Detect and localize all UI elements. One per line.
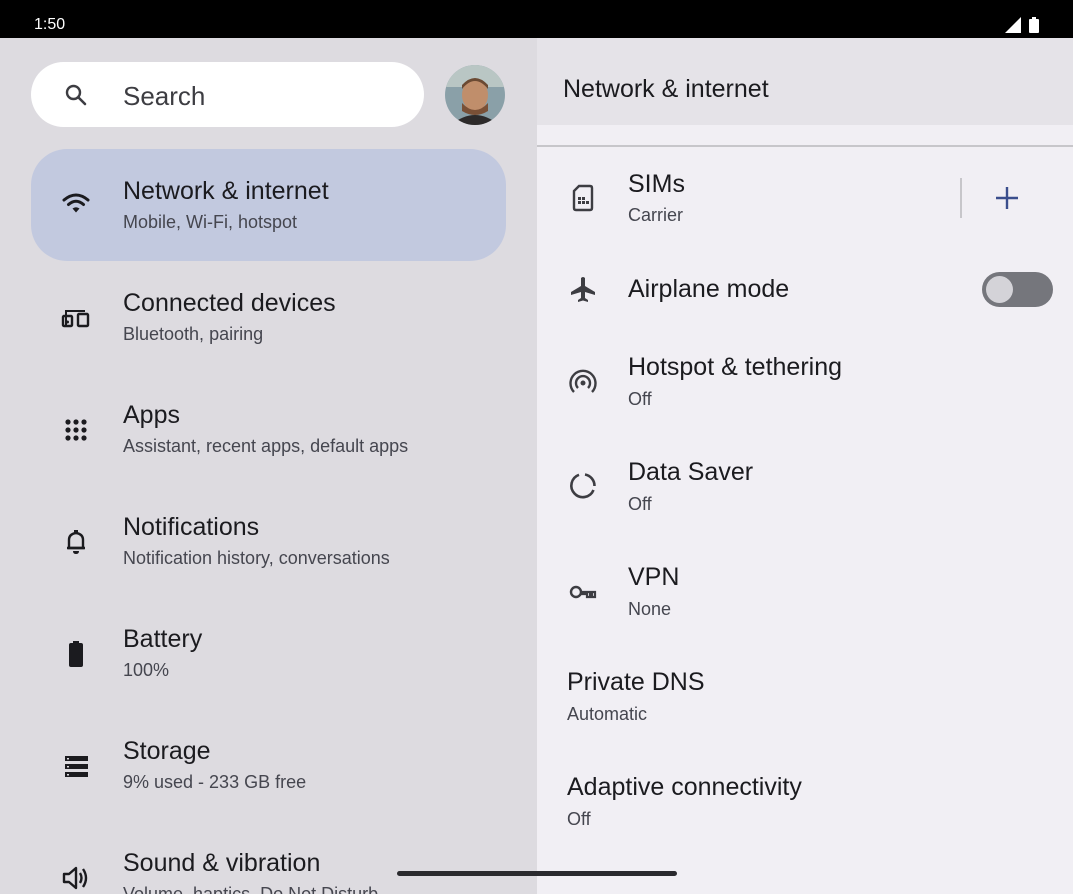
search-icon: [64, 83, 88, 107]
pref-hotspot-tethering[interactable]: Hotspot & tethering Off: [537, 338, 1073, 438]
nav-item-sound-vibration[interactable]: Sound & vibration Volume, haptics, Do No…: [31, 821, 506, 894]
nav-item-subtitle: Assistant, recent apps, default apps: [123, 436, 409, 456]
data-saver-icon: [568, 471, 598, 501]
pref-title: VPN: [628, 563, 680, 591]
airplane-icon: [568, 275, 598, 305]
pref-title: Data Saver: [628, 458, 754, 486]
pref-subtitle: Off: [628, 494, 652, 514]
hotspot-icon: [568, 367, 598, 397]
pref-title: Hotspot & tethering: [628, 353, 843, 381]
divider: [960, 178, 962, 218]
nav-item-subtitle: Bluetooth, pairing: [123, 324, 264, 344]
pref-title: Adaptive connectivity: [567, 773, 802, 801]
wifi-icon: [61, 189, 91, 219]
pref-private-dns[interactable]: Private DNS Automatic: [537, 653, 1073, 753]
plus-icon[interactable]: [992, 183, 1022, 213]
sim-card-icon: [568, 183, 598, 213]
nav-item-notifications[interactable]: Notifications Notification history, conv…: [31, 485, 506, 597]
pref-title: Airplane mode: [628, 275, 790, 303]
gesture-nav-handle[interactable]: [397, 871, 677, 876]
airplane-mode-toggle[interactable]: [982, 272, 1053, 307]
pref-title: Private DNS: [567, 668, 705, 696]
pref-vpn[interactable]: VPN None: [537, 548, 1073, 648]
nav-item-subtitle: Mobile, Wi‑Fi, hotspot: [123, 212, 298, 232]
nav-item-title: Sound & vibration: [123, 849, 321, 877]
vpn-key-icon: [568, 577, 598, 607]
panel-header: Network & internet: [537, 38, 1073, 125]
pref-adaptive-connectivity[interactable]: Adaptive connectivity Off: [537, 758, 1073, 858]
storage-icon: [61, 751, 91, 781]
pref-title: SIMs: [628, 170, 685, 198]
toggle-thumb: [986, 276, 1013, 303]
devices-icon: [61, 303, 91, 333]
speaker-icon: [61, 863, 91, 893]
divider: [537, 145, 1073, 147]
nav-item-storage[interactable]: Storage 9% used - 233 GB free: [31, 709, 506, 821]
nav-item-title: Network & internet: [123, 177, 329, 205]
nav-item-title: Notifications: [123, 513, 260, 541]
nav-item-apps[interactable]: Apps Assistant, recent apps, default app…: [31, 373, 506, 485]
signal-icon: [1005, 17, 1021, 33]
pref-subtitle: Automatic: [567, 704, 648, 724]
nav-item-subtitle: Volume, haptics, Do Not Disturb: [123, 884, 379, 894]
bell-icon: [61, 527, 91, 557]
pref-data-saver[interactable]: Data Saver Off: [537, 443, 1073, 543]
status-time: 1:50: [34, 16, 66, 33]
battery-icon: [61, 639, 91, 669]
network-internet-panel: Network & internet SIMs Carrier Airplane…: [537, 38, 1073, 894]
nav-item-network-internet[interactable]: Network & internet Mobile, Wi‑Fi, hotspo…: [31, 149, 506, 261]
nav-item-title: Battery: [123, 625, 203, 653]
nav-item-battery[interactable]: Battery 100%: [31, 597, 506, 709]
search-placeholder: Search: [123, 81, 206, 111]
nav-item-title: Storage: [123, 737, 211, 765]
pref-subtitle: Off: [628, 389, 652, 409]
pref-subtitle: Off: [567, 809, 591, 829]
nav-item-subtitle: 100%: [123, 660, 170, 680]
nav-item-title: Connected devices: [123, 289, 336, 317]
nav-item-connected-devices[interactable]: Connected devices Bluetooth, pairing: [31, 261, 506, 373]
nav-item-subtitle: Notification history, conversations: [123, 548, 390, 568]
avatar[interactable]: [445, 65, 505, 125]
battery-icon: [1029, 17, 1039, 33]
settings-sidebar: Search Network & internet Mobile, Wi‑Fi,…: [0, 38, 537, 894]
pref-subtitle: None: [628, 599, 672, 619]
pref-subtitle: Carrier: [628, 205, 684, 225]
page-title: Network & internet: [563, 75, 769, 103]
search-bar[interactable]: Search: [31, 62, 424, 127]
nav-item-title: Apps: [123, 401, 180, 429]
apps-grid-icon: [61, 415, 91, 445]
status-bar: 1:50: [0, 0, 1073, 38]
nav-item-subtitle: 9% used - 233 GB free: [123, 772, 307, 792]
